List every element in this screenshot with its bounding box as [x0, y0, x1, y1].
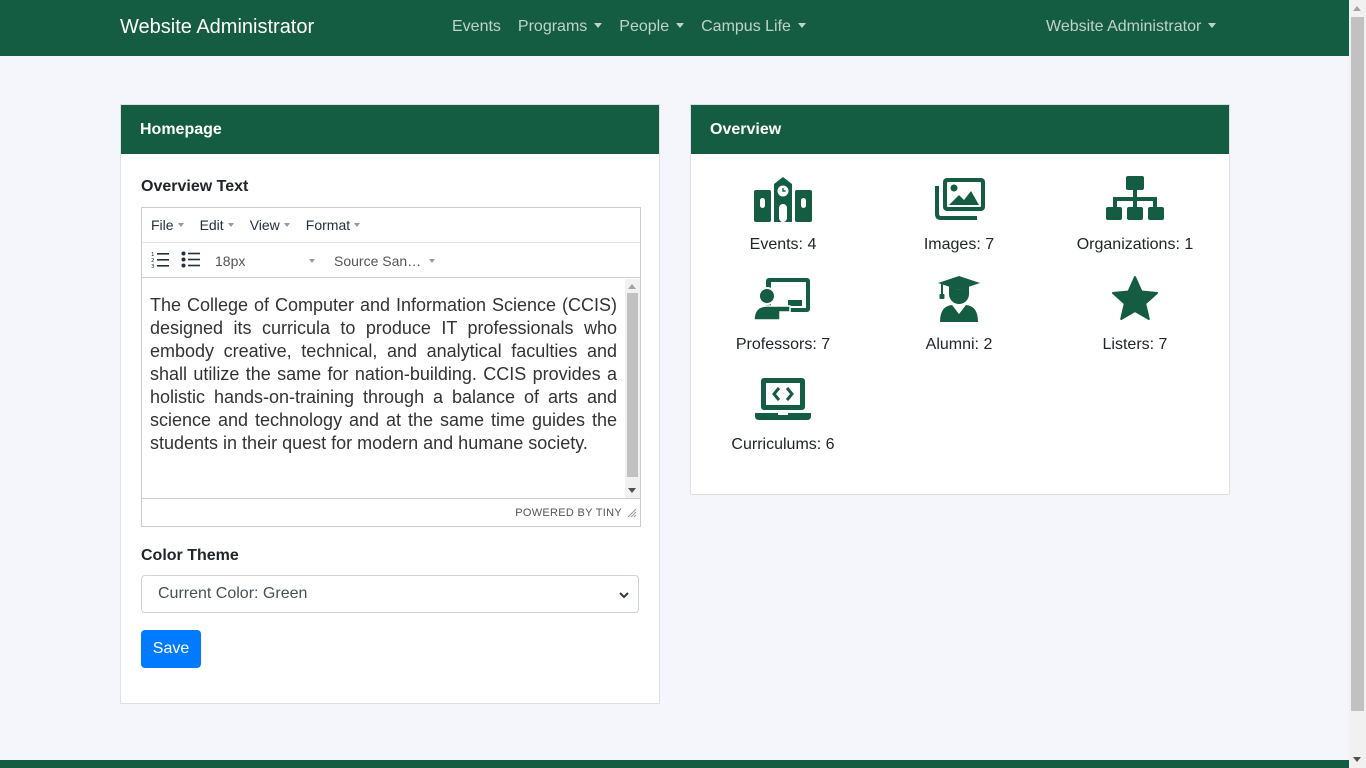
rich-text-editor: File Edit View Format 1 2 3 18px Source …: [141, 207, 641, 527]
stat-curriculums: Curriculums: 6: [695, 373, 871, 454]
save-button[interactable]: Save: [141, 630, 201, 668]
stat-alumni-label: Alumni: 2: [925, 336, 993, 353]
navbar-brand[interactable]: Website Administrator: [120, 16, 314, 39]
editor-content[interactable]: The College of Computer and Information …: [142, 279, 625, 498]
svg-text:3: 3: [151, 264, 155, 270]
scroll-down-icon[interactable]: [628, 488, 636, 493]
caret-down-icon: [354, 223, 361, 227]
menu-view[interactable]: View: [250, 217, 290, 233]
menu-view-label: View: [249, 217, 280, 233]
numbered-list-icon[interactable]: 1 2 3: [150, 250, 170, 275]
stat-images-label: Images: 7: [923, 236, 995, 253]
overview-card: Overview Events: 4 Images: 7 Organizatio…: [690, 104, 1230, 495]
nav-dropdown-programs[interactable]: Programs: [517, 18, 603, 36]
stat-listers-label: Listers: 7: [1102, 336, 1168, 353]
menu-edit[interactable]: Edit: [200, 217, 234, 233]
stat-listers: Listers: 7: [1047, 273, 1223, 354]
scroll-down-icon[interactable]: [1353, 757, 1361, 762]
sitemap-icon: [1106, 176, 1164, 220]
top-navbar: Website Administrator Events Programs Pe…: [0, 0, 1349, 56]
nav-link-events[interactable]: Events: [452, 18, 501, 36]
resize-handle-icon[interactable]: [627, 505, 637, 523]
nav-dropdown-programs-label: Programs: [517, 18, 588, 35]
editor-toolbar: 1 2 3 18px Source San…: [142, 243, 640, 278]
chevron-down-icon: [618, 588, 630, 606]
font-size-select[interactable]: 18px: [215, 253, 245, 269]
editor-menubar: File Edit View Format: [142, 208, 640, 243]
nav-dropdown-campus-life[interactable]: Campus Life: [701, 18, 806, 36]
menu-format-label: Format: [305, 217, 351, 233]
editor-scrollbar[interactable]: [625, 279, 640, 498]
color-theme-select-value: Current Color: Green: [158, 585, 308, 602]
page-scroll-thumb[interactable]: [1351, 17, 1364, 711]
stat-images: Images: 7: [871, 173, 1047, 254]
font-family-select[interactable]: Source San…: [334, 253, 421, 269]
stat-organizations: Organizations: 1: [1047, 173, 1223, 254]
color-theme-label: Color Theme: [141, 547, 239, 564]
powered-by-tiny-link[interactable]: POWERED BY TINY: [515, 507, 622, 519]
stat-events: Events: 4: [695, 173, 871, 254]
caret-down-icon: [283, 223, 290, 227]
menu-format[interactable]: Format: [305, 217, 361, 233]
overview-text-label: Overview Text: [141, 178, 249, 195]
star-icon: [1112, 276, 1158, 320]
editor-scroll-thumb[interactable]: [627, 293, 638, 477]
nav-dropdown-people-label: People: [619, 18, 670, 35]
bullet-list-icon[interactable]: [181, 250, 201, 275]
laptop-code-icon: [755, 378, 811, 420]
caret-down-icon: [594, 23, 603, 28]
overview-card-title: Overview: [691, 105, 1229, 154]
stat-alumni: Alumni: 2: [871, 273, 1047, 354]
scroll-up-icon[interactable]: [628, 284, 636, 289]
caret-down-icon: [1208, 23, 1217, 28]
images-icon: [935, 178, 985, 220]
graduate-icon: [938, 276, 980, 322]
stat-events-label: Events: 4: [749, 236, 817, 253]
caret-down-icon: [429, 259, 435, 263]
caret-down-icon: [797, 23, 806, 28]
nav-dropdown-campus-life-label: Campus Life: [701, 18, 791, 35]
caret-down-icon: [676, 23, 685, 28]
menu-file[interactable]: File: [151, 217, 184, 233]
color-theme-select[interactable]: Current Color: Green: [141, 575, 639, 613]
scroll-up-icon[interactable]: [1353, 6, 1361, 11]
footer-bar: [0, 760, 1349, 768]
caret-down-icon: [227, 223, 234, 227]
nav-links: Events Programs People Campus Life: [452, 18, 823, 36]
menu-file-label: File: [151, 217, 174, 233]
user-menu-label: Website Administrator: [1046, 18, 1202, 35]
page-scrollbar[interactable]: [1349, 0, 1366, 768]
caret-down-icon: [177, 223, 184, 227]
school-icon: [754, 177, 812, 222]
stat-professors: Professors: 7: [695, 273, 871, 354]
stat-organizations-label: Organizations: 1: [1076, 236, 1194, 253]
chalkboard-teacher-icon: [754, 278, 810, 321]
menu-edit-label: Edit: [199, 217, 224, 233]
nav-link-events-label: Events: [452, 18, 501, 35]
editor-statusbar: POWERED BY TINY: [142, 498, 640, 526]
homepage-card: Homepage Overview Text File Edit View Fo…: [120, 104, 660, 704]
user-menu-dropdown[interactable]: Website Administrator: [1046, 18, 1217, 36]
nav-dropdown-people[interactable]: People: [619, 18, 685, 36]
caret-down-icon: [309, 259, 315, 263]
stat-professors-label: Professors: 7: [735, 336, 831, 353]
homepage-card-title: Homepage: [121, 105, 659, 154]
stat-curriculums-label: Curriculums: 6: [731, 436, 835, 453]
